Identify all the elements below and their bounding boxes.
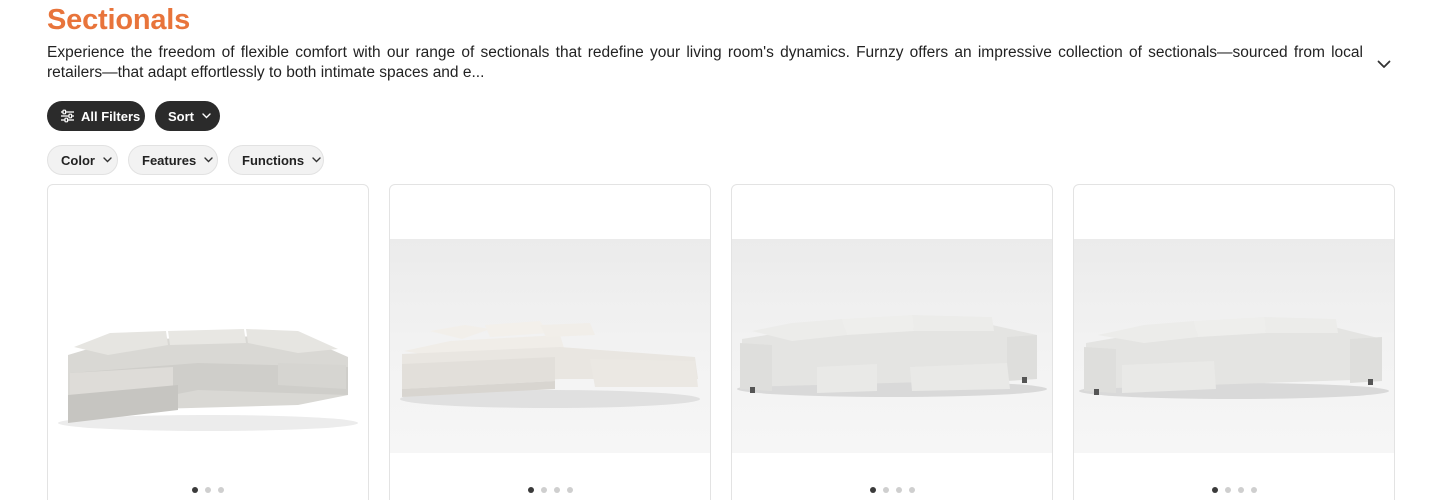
image-carousel-dots bbox=[1074, 487, 1394, 493]
carousel-dot[interactable] bbox=[1237, 487, 1244, 493]
product-image[interactable] bbox=[1074, 239, 1394, 453]
filter-functions[interactable]: Functions bbox=[228, 145, 324, 175]
carousel-dot[interactable] bbox=[869, 487, 876, 493]
carousel-dot[interactable] bbox=[540, 487, 547, 493]
carousel-dot[interactable] bbox=[553, 487, 560, 493]
filter-color[interactable]: Color bbox=[47, 145, 118, 175]
chevron-down-icon bbox=[312, 157, 321, 163]
chevron-down-icon bbox=[204, 157, 213, 163]
product-card[interactable] bbox=[1073, 184, 1395, 500]
product-card[interactable] bbox=[47, 184, 369, 500]
carousel-dot[interactable] bbox=[1224, 487, 1231, 493]
carousel-dot[interactable] bbox=[882, 487, 889, 493]
product-image[interactable] bbox=[48, 245, 368, 455]
chevron-down-icon bbox=[202, 113, 211, 119]
all-filters-label: All Filters bbox=[81, 108, 141, 124]
carousel-dot[interactable] bbox=[192, 487, 198, 493]
category-description: Experience the freedom of flexible comfo… bbox=[47, 44, 1363, 81]
filter-features[interactable]: Features bbox=[128, 145, 218, 175]
carousel-dot[interactable] bbox=[895, 487, 902, 493]
carousel-dot[interactable] bbox=[908, 487, 915, 493]
carousel-dot[interactable] bbox=[1211, 487, 1218, 493]
image-carousel-dots bbox=[732, 487, 1052, 493]
chevron-down-icon bbox=[103, 157, 112, 163]
carousel-dot[interactable] bbox=[205, 487, 211, 493]
sort-label: Sort bbox=[168, 108, 194, 124]
sort-dropdown[interactable]: Sort bbox=[155, 101, 220, 131]
carousel-dot[interactable] bbox=[566, 487, 573, 493]
image-carousel-dots bbox=[48, 487, 368, 493]
filter-functions-label: Functions bbox=[242, 152, 305, 168]
product-image[interactable] bbox=[732, 239, 1052, 453]
carousel-dot[interactable] bbox=[218, 487, 224, 493]
carousel-dot[interactable] bbox=[1250, 487, 1257, 493]
sliders-icon bbox=[60, 109, 75, 123]
all-filters-button[interactable]: All Filters bbox=[47, 101, 145, 131]
image-carousel-dots bbox=[390, 487, 710, 493]
filter-features-label: Features bbox=[142, 152, 197, 168]
product-image[interactable] bbox=[390, 239, 710, 453]
filter-color-label: Color bbox=[61, 152, 95, 168]
expand-description-button[interactable] bbox=[1374, 54, 1394, 74]
product-card[interactable] bbox=[731, 184, 1053, 500]
chevron-down-icon bbox=[1377, 60, 1391, 68]
carousel-dot[interactable] bbox=[527, 487, 534, 493]
page-title: Sectionals bbox=[47, 4, 191, 36]
product-card[interactable] bbox=[389, 184, 711, 500]
